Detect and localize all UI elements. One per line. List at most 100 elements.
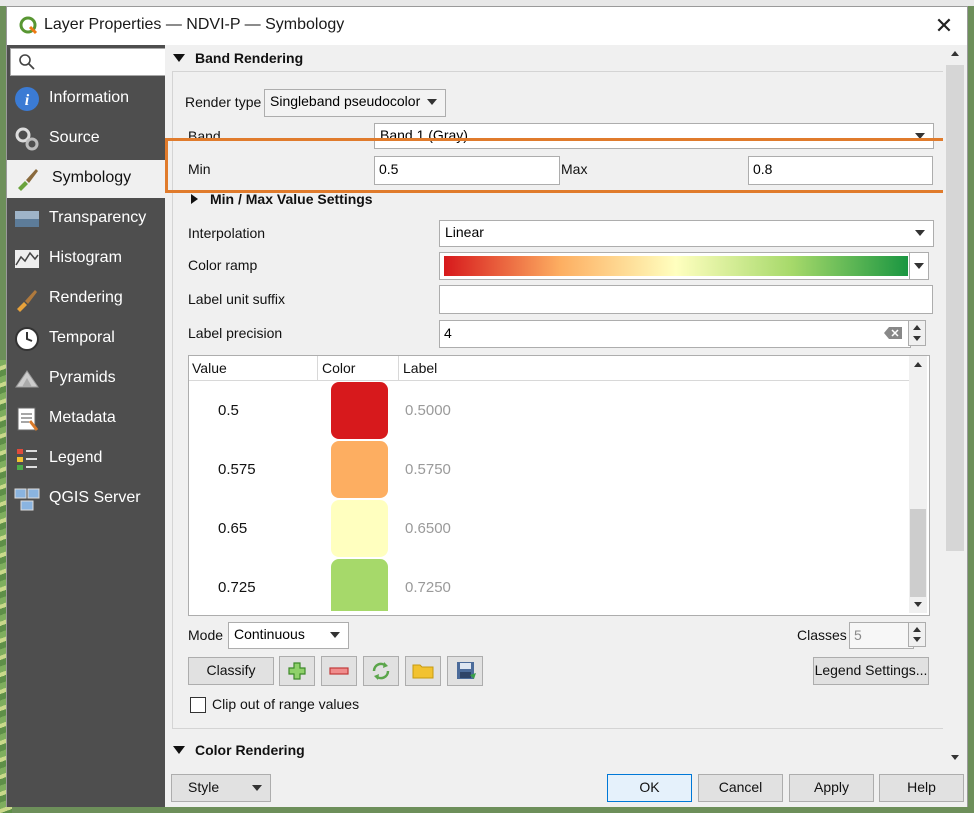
row-value[interactable]: 0.65 [218, 520, 247, 537]
ok-button[interactable]: OK [607, 774, 692, 802]
sidebar-item-information[interactable]: i Information [7, 80, 165, 118]
label-precision-spinbox[interactable]: 4 [439, 320, 911, 348]
sidebar-item-label: Information [49, 89, 130, 106]
cancel-button[interactable]: Cancel [698, 774, 783, 802]
sidebar-item-metadata[interactable]: Metadata [7, 400, 165, 438]
color-ramp-dropdown[interactable] [909, 253, 928, 279]
scrollbar-thumb[interactable] [946, 65, 964, 551]
remove-class-button[interactable] [321, 656, 357, 686]
table-header: Value Color Label [189, 356, 909, 381]
label-precision-label: Label precision [188, 325, 283, 341]
classes-stepper[interactable] [908, 622, 926, 647]
close-button[interactable]: ✕ [931, 13, 957, 39]
add-class-button[interactable] [279, 656, 315, 686]
help-button[interactable]: Help [879, 774, 964, 802]
refresh-arrows-icon [372, 662, 390, 680]
export-color-map-button[interactable] [447, 656, 483, 686]
color-swatch[interactable] [331, 382, 388, 439]
column-header-value[interactable]: Value [192, 360, 227, 376]
min-max-highlight-box [165, 138, 951, 193]
symbology-brush-icon [18, 169, 38, 191]
chevron-down-icon [252, 785, 262, 791]
spin-down-icon [913, 336, 921, 341]
svg-text:i: i [25, 92, 30, 109]
sidebar-item-label: Source [49, 129, 100, 146]
sidebar-item-rendering[interactable]: Rendering [7, 280, 165, 318]
scrollbar-thumb[interactable] [910, 509, 926, 597]
row-value[interactable]: 0.5 [218, 402, 239, 419]
label-unit-suffix-input[interactable] [439, 285, 933, 314]
band-rendering-header[interactable]: Band Rendering [173, 50, 303, 66]
sidebar-item-label: QGIS Server [49, 489, 141, 506]
content-scrollbar[interactable] [943, 45, 967, 767]
column-header-label[interactable]: Label [403, 360, 437, 376]
legend-settings-button[interactable]: Legend Settings... [813, 657, 929, 685]
sidebar-item-qgis-server[interactable]: QGIS Server [7, 480, 165, 518]
color-swatch[interactable] [331, 500, 388, 557]
sidebar-item-legend[interactable]: Legend [7, 440, 165, 478]
scroll-down-icon[interactable] [914, 602, 922, 607]
minmax-settings-header[interactable]: Min / Max Value Settings [191, 191, 373, 207]
scroll-down-icon[interactable] [951, 755, 959, 760]
style-menu-button[interactable]: Style [171, 774, 271, 802]
sidebar-item-symbology[interactable]: Symbology [7, 160, 165, 198]
sidebar-item-label: Legend [49, 449, 103, 466]
chevron-down-icon [914, 263, 924, 269]
minus-icon [329, 667, 349, 675]
row-label[interactable]: 0.6500 [405, 520, 451, 537]
color-swatch[interactable] [331, 559, 388, 611]
table-scrollbar[interactable] [909, 356, 927, 613]
render-type-select[interactable]: Singleband pseudocolor [264, 89, 446, 117]
sidebar-item-histogram[interactable]: Histogram [7, 240, 165, 278]
color-class-table[interactable]: Value Color Label 0.5 0.5000 0.575 0.575… [188, 355, 930, 616]
folder-icon [412, 664, 434, 679]
spin-up-icon [913, 325, 921, 330]
classes-label: Classes [797, 627, 847, 643]
clear-input-icon[interactable] [884, 327, 902, 339]
column-header-color[interactable]: Color [322, 360, 355, 376]
classify-button[interactable]: Classify [188, 657, 274, 685]
chevron-down-icon [427, 99, 437, 105]
sidebar-item-label: Metadata [49, 409, 116, 426]
collapse-triangle-icon [173, 746, 185, 754]
clip-out-of-range-label[interactable]: Clip out of range values [212, 696, 359, 712]
chevron-down-icon [915, 230, 925, 236]
legend-icon [17, 449, 37, 470]
invert-colors-button[interactable] [363, 656, 399, 686]
title-bar: Layer Properties — NDVI-P — Symbology ✕ [7, 7, 967, 45]
sidebar-item-source[interactable]: Source [7, 120, 165, 158]
row-value[interactable]: 0.575 [218, 461, 256, 478]
plus-icon [288, 662, 306, 680]
color-rendering-header[interactable]: Color Rendering [173, 742, 305, 758]
chevron-down-icon [330, 632, 340, 638]
scroll-up-icon[interactable] [951, 51, 959, 56]
window-title: Layer Properties — NDVI-P — Symbology [44, 16, 345, 33]
classes-spinbox[interactable]: 5 [849, 622, 914, 649]
color-ramp-button[interactable] [439, 252, 929, 280]
scroll-up-icon[interactable] [914, 362, 922, 367]
sidebar-item-pyramids[interactable]: Pyramids [7, 360, 165, 398]
row-label[interactable]: 0.5750 [405, 461, 451, 478]
clock-icon [15, 327, 39, 351]
source-icon [15, 127, 39, 151]
row-value[interactable]: 0.725 [218, 579, 256, 596]
interpolation-label: Interpolation [188, 225, 266, 241]
sidebar-search-input[interactable] [10, 48, 166, 76]
sidebar-item-label: Temporal [49, 329, 115, 346]
clip-out-of-range-checkbox[interactable] [190, 697, 206, 713]
apply-button[interactable]: Apply [789, 774, 874, 802]
expand-triangle-icon [191, 194, 198, 204]
mode-select[interactable]: Continuous [228, 622, 349, 649]
row-label[interactable]: 0.7250 [405, 579, 451, 596]
collapse-triangle-icon [173, 54, 185, 62]
label-precision-stepper[interactable] [908, 320, 926, 346]
sidebar-item-temporal[interactable]: Temporal [7, 320, 165, 358]
color-swatch[interactable] [331, 441, 388, 498]
load-color-map-button[interactable] [405, 656, 441, 686]
interpolation-select[interactable]: Linear [439, 220, 934, 247]
qgis-logo-icon [19, 16, 38, 35]
info-icon: i [15, 87, 39, 111]
row-label[interactable]: 0.5000 [405, 402, 451, 419]
sidebar-item-label: Symbology [52, 169, 132, 186]
sidebar-item-transparency[interactable]: Transparency [7, 200, 165, 238]
